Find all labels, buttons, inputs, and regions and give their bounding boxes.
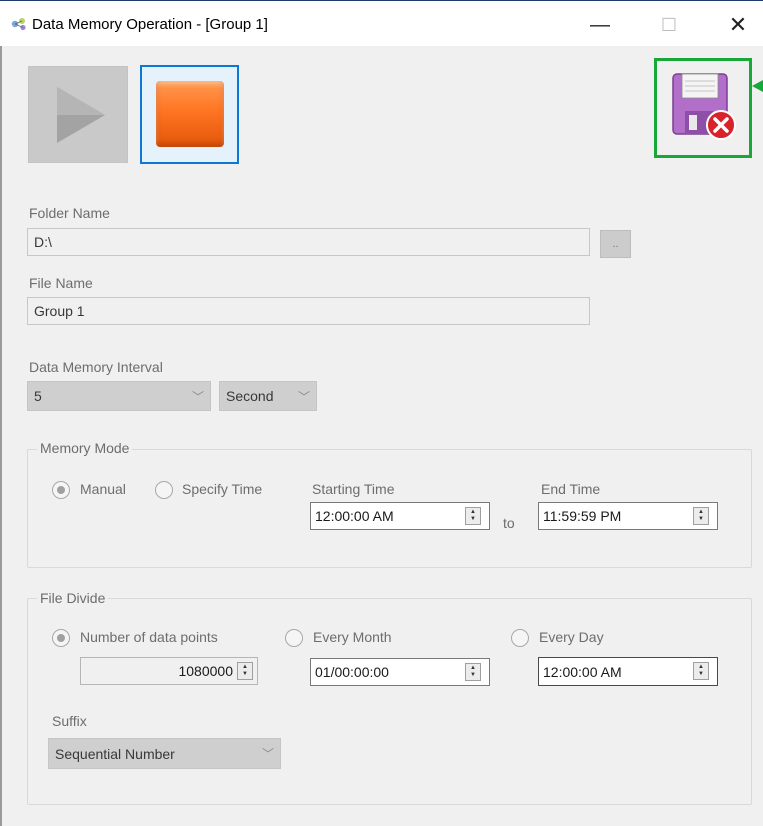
molecule-icon bbox=[11, 18, 26, 31]
specify-time-label: Specify Time bbox=[182, 481, 263, 497]
every-day-radio[interactable] bbox=[511, 629, 529, 647]
memory-mode-legend: Memory Mode bbox=[37, 440, 133, 456]
end-time-input[interactable]: 11:59:59 PM ▲ ▼ bbox=[538, 502, 718, 530]
starting-time-label: Starting Time bbox=[312, 481, 395, 497]
every-month-input[interactable]: 01/00:00:00 ▲ ▼ bbox=[310, 658, 490, 686]
start-button[interactable] bbox=[28, 66, 128, 163]
data-points-label: Number of data points bbox=[80, 629, 218, 645]
stop-button[interactable] bbox=[140, 65, 239, 164]
chevron-down-icon: ﹀ bbox=[191, 389, 204, 404]
interval-unit-select[interactable]: Second ﹀ bbox=[219, 381, 317, 411]
save-cancel-button[interactable] bbox=[654, 58, 752, 158]
interval-unit: Second bbox=[226, 388, 274, 404]
floppy-disk-cancel-icon bbox=[672, 73, 736, 140]
suffix-select[interactable]: Sequential Number ﹀ bbox=[48, 738, 281, 769]
interval-value: 5 bbox=[34, 388, 42, 404]
interval-value-select[interactable]: 5 ﹀ bbox=[27, 381, 211, 411]
end-time-label: End Time bbox=[541, 481, 601, 497]
window-title: Data Memory Operation - [Group 1] bbox=[32, 16, 268, 33]
suffix-label: Suffix bbox=[52, 713, 87, 729]
end-time-spinner[interactable]: ▲ ▼ bbox=[693, 507, 709, 525]
file-name-field[interactable]: Group 1 bbox=[27, 297, 590, 325]
data-points-input[interactable]: 1080000 ▲ ▼ bbox=[80, 657, 258, 685]
starting-time-spinner[interactable]: ▲ ▼ bbox=[465, 507, 481, 525]
chevron-down-icon: ﹀ bbox=[297, 389, 310, 404]
chevron-down-icon: ﹀ bbox=[261, 747, 274, 761]
folder-name-label: Folder Name bbox=[29, 205, 110, 221]
stop-icon bbox=[156, 81, 224, 147]
play-icon bbox=[57, 87, 105, 143]
file-divide-legend: File Divide bbox=[37, 590, 109, 606]
manual-radio[interactable] bbox=[52, 481, 70, 499]
every-day-spinner[interactable]: ▲ ▼ bbox=[693, 662, 709, 680]
specify-time-radio[interactable] bbox=[155, 481, 173, 499]
highlight-arrow-icon bbox=[752, 80, 763, 92]
data-points-spinner[interactable]: ▲ ▼ bbox=[237, 662, 253, 680]
browse-folder-button[interactable]: .. bbox=[600, 230, 631, 258]
data-points-value: 1080000 bbox=[178, 663, 233, 679]
every-day-label: Every Day bbox=[539, 629, 604, 645]
end-time-value: 11:59:59 PM bbox=[543, 508, 622, 524]
every-month-label: Every Month bbox=[313, 629, 392, 645]
window-left-edge bbox=[0, 46, 2, 826]
starting-time-input[interactable]: 12:00:00 AM ▲ ▼ bbox=[310, 502, 490, 530]
every-month-radio[interactable] bbox=[285, 629, 303, 647]
minimize-button[interactable]: — bbox=[577, 9, 623, 41]
manual-label: Manual bbox=[80, 481, 126, 497]
every-month-value: 01/00:00:00 bbox=[315, 664, 389, 680]
every-day-value: 12:00:00 AM bbox=[543, 663, 622, 680]
suffix-value: Sequential Number bbox=[55, 745, 175, 762]
maximize-button[interactable]: ☐ bbox=[646, 9, 692, 41]
close-button[interactable]: ✕ bbox=[715, 9, 761, 41]
every-month-spinner[interactable]: ▲ ▼ bbox=[465, 663, 481, 681]
file-name-label: File Name bbox=[29, 275, 93, 291]
to-label: to bbox=[503, 515, 515, 531]
data-points-radio[interactable] bbox=[52, 629, 70, 647]
starting-time-value: 12:00:00 AM bbox=[315, 508, 394, 524]
interval-label: Data Memory Interval bbox=[29, 359, 163, 375]
folder-name-field[interactable]: D:\ bbox=[27, 228, 590, 256]
title-bar: Data Memory Operation - [Group 1] — ☐ ✕ bbox=[0, 0, 763, 46]
every-day-input[interactable]: 12:00:00 AM ▲ ▼ bbox=[538, 657, 718, 686]
